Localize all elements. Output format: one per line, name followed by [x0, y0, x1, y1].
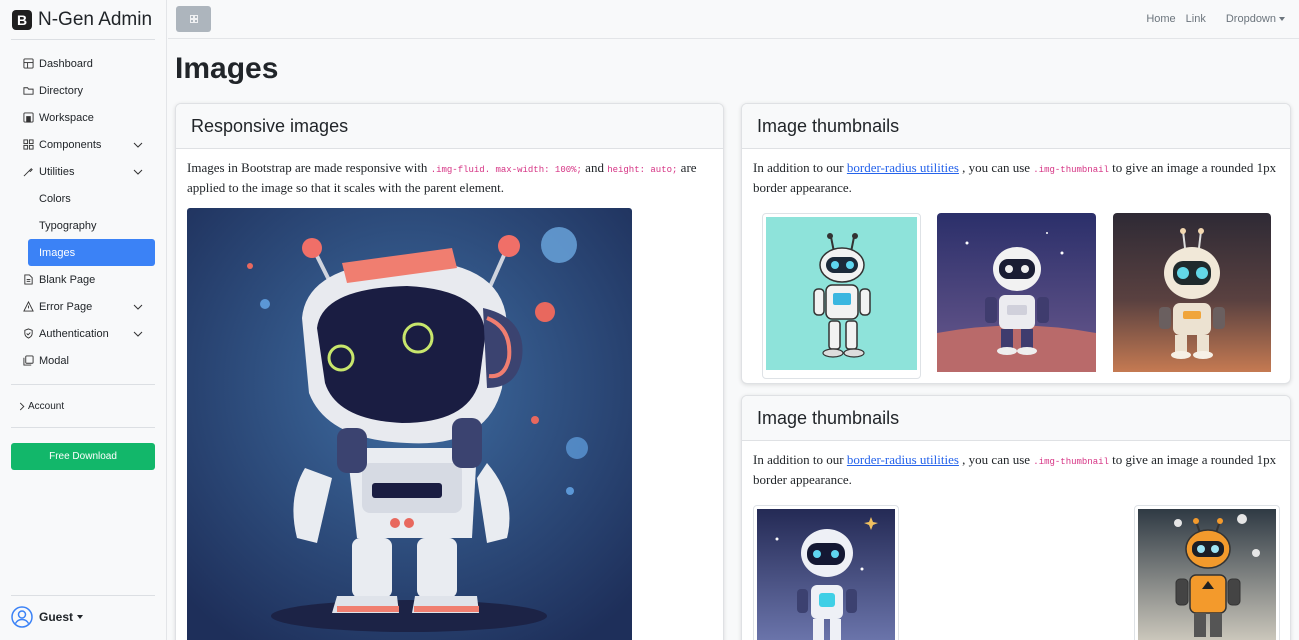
top-nav: Home Link Dropdown [1136, 13, 1285, 25]
sidebar-divider [11, 384, 155, 385]
thumbnail-image [1113, 213, 1271, 377]
brand[interactable]: B N-Gen Admin [11, 0, 155, 40]
sidebar-item-workspace[interactable]: Workspace [0, 104, 166, 131]
tools-icon [22, 166, 34, 178]
code-snippet: .img-fluid [430, 165, 485, 175]
card-body: Images in Bootstrap are made responsive … [176, 149, 723, 207]
sidebar-item-components[interactable]: Components [0, 131, 166, 158]
sidebar-item-blank-page[interactable]: Blank Page [0, 266, 166, 293]
sidebar-nav: Dashboard Directory Workspace Components… [0, 50, 166, 374]
card-title: Responsive images [176, 104, 723, 149]
sidebar-subitem-images[interactable]: Images [28, 239, 155, 266]
card-title: Image thumbnails [742, 104, 1290, 149]
sidebar-subitem-colors[interactable]: Colors [0, 185, 166, 212]
sidebar-item-label: Dashboard [39, 57, 93, 70]
card-description: In addition to our border-radius utiliti… [753, 159, 1279, 197]
sidebar-item-label: Utilities [39, 165, 75, 178]
description-text: In addition to our [753, 160, 844, 175]
sidebar-subitem-typography[interactable]: Typography [0, 212, 166, 239]
nav-link[interactable]: Link [1186, 13, 1206, 25]
card-description: Images in Bootstrap are made responsive … [187, 159, 712, 197]
nav-dropdown-label: Dropdown [1225, 13, 1276, 25]
description-text: , you can use [962, 452, 1031, 467]
workspace-icon [22, 112, 34, 124]
account-toggle[interactable]: Account [0, 395, 166, 417]
thumbnail-image [753, 505, 899, 640]
image-thumbnails-card: Image thumbnails In addition to our bord… [741, 103, 1291, 384]
thumbnail-image [1134, 505, 1280, 640]
robot-thumbnail [757, 509, 895, 640]
chevron-down-icon [133, 169, 143, 175]
sidebar-item-label: Components [39, 138, 102, 151]
nav-dropdown[interactable]: Dropdown [1216, 13, 1285, 25]
description-text: Images in Bootstrap are made responsive … [187, 160, 428, 175]
robot-thumbnail [937, 213, 1096, 372]
copy-icon [22, 355, 34, 367]
description-text: and [585, 160, 604, 175]
border-radius-link[interactable]: border-radius utilities [847, 160, 959, 175]
caret-down-icon [1279, 17, 1285, 22]
caret-down-icon [77, 615, 84, 619]
sidebar-divider [11, 427, 155, 428]
chevron-down-icon [133, 331, 143, 337]
code-snippet: .img-thumbnail [1033, 457, 1109, 467]
folder-icon [22, 85, 34, 97]
brand-name: N-Gen Admin [38, 8, 153, 30]
thumbnail-image [762, 213, 921, 379]
chevron-right-icon [19, 402, 25, 410]
chevron-down-icon [133, 304, 143, 310]
robot-thumbnail [1138, 509, 1276, 640]
grid-icon [189, 15, 198, 23]
card-title: Image thumbnails [742, 396, 1290, 441]
user-menu[interactable]: Guest [11, 595, 155, 628]
free-download-button[interactable]: Free Download [11, 443, 155, 470]
components-icon [22, 139, 34, 151]
robot-thumbnail [1113, 213, 1271, 372]
code-snippet: .img-thumbnail [1033, 165, 1109, 175]
description-text: , you can use [962, 160, 1031, 175]
code-snippet: . max-width: 100%; [484, 165, 582, 175]
topbar: Home Link Dropdown [168, 0, 1299, 39]
user-circle-icon [11, 606, 33, 628]
page-title: Images [175, 52, 279, 85]
warning-icon [22, 301, 34, 313]
thumbnail-image [937, 213, 1096, 377]
robot-image [187, 208, 632, 640]
brand-logo: B [12, 9, 32, 30]
sidebar-item-label: Error Page [39, 300, 93, 313]
card-description: In addition to our border-radius utiliti… [753, 451, 1279, 489]
robot-thumbnail [766, 217, 917, 370]
sidebar: B N-Gen Admin Dashboard Directory Worksp… [0, 0, 167, 640]
sidebar-item-modal[interactable]: Modal [0, 347, 166, 374]
sidebar-item-dashboard[interactable]: Dashboard [0, 50, 166, 77]
dashboard-icon [22, 58, 34, 70]
file-icon [22, 274, 34, 286]
sidebar-item-label: Directory [39, 84, 84, 97]
description-text: In addition to our [753, 452, 844, 467]
sidebar-item-error-page[interactable]: Error Page [0, 293, 166, 320]
image-thumbnails-card: Image thumbnails In addition to our bord… [741, 395, 1291, 640]
account-label: Account [28, 400, 65, 412]
sidebar-item-authentication[interactable]: Authentication [0, 320, 166, 347]
sidebar-toggle-button[interactable] [176, 6, 211, 32]
chevron-down-icon [133, 142, 143, 148]
responsive-images-card: Responsive images Images in Bootstrap ar… [175, 103, 724, 640]
sidebar-item-label: Blank Page [39, 273, 96, 286]
shield-icon [22, 328, 34, 340]
card-body: In addition to our border-radius utiliti… [742, 441, 1290, 499]
sidebar-item-label: Modal [39, 354, 69, 367]
sidebar-item-label: Authentication [39, 327, 109, 340]
nav-home-link[interactable]: Home [1146, 13, 1175, 25]
sidebar-item-utilities[interactable]: Utilities [0, 158, 166, 185]
code-snippet: height: auto; [607, 165, 678, 175]
border-radius-link[interactable]: border-radius utilities [847, 452, 959, 467]
card-body: In addition to our border-radius utiliti… [742, 149, 1290, 207]
sidebar-item-label: Workspace [39, 111, 94, 124]
sidebar-item-directory[interactable]: Directory [0, 77, 166, 104]
user-name: Guest [39, 610, 74, 624]
